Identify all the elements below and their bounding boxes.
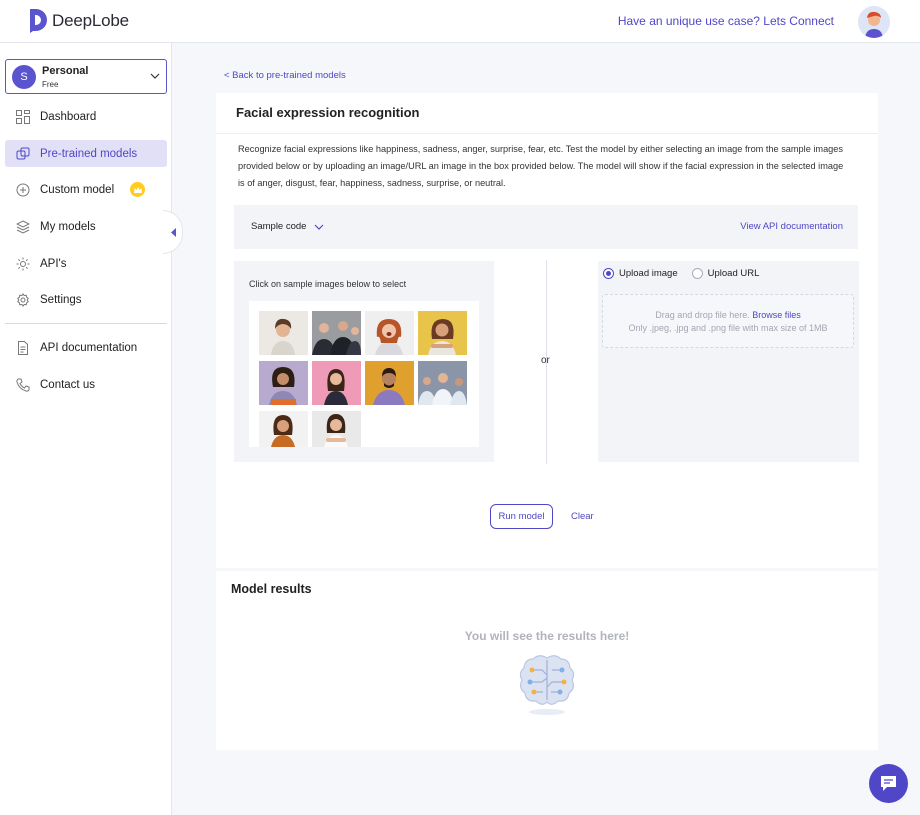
chevron-down-icon: [150, 73, 160, 79]
sample-image-thumbnail[interactable]: [312, 411, 361, 447]
plus-circle-icon: [16, 183, 30, 196]
model-card: Facial expression recognition Recognize …: [216, 93, 878, 568]
sidebar-item-label: My models: [40, 220, 96, 233]
user-avatar[interactable]: [858, 6, 890, 38]
empty-results-message: You will see the results here!: [464, 629, 630, 643]
sidebar-item-label: Custom model: [40, 183, 115, 196]
sidebar-item-contact-us[interactable]: Contact us: [5, 371, 167, 398]
sample-image-thumbnail[interactable]: [418, 311, 467, 355]
sample-image-thumbnail[interactable]: [259, 411, 308, 447]
or-label: or: [541, 355, 550, 366]
sample-image-thumbnail[interactable]: [312, 311, 361, 355]
page-title: Facial expression recognition: [236, 105, 420, 120]
app-logo[interactable]: DeepLobe: [28, 8, 129, 34]
sidebar-item-custom-model[interactable]: Custom model: [5, 176, 167, 203]
account-avatar: S: [12, 65, 36, 89]
sidebar-item-label: Contact us: [40, 378, 95, 391]
model-results-section: Model results You will see the results h…: [216, 571, 878, 750]
api-gear-icon: [16, 257, 30, 270]
sample-images-panel: Click on sample images below to select: [234, 261, 494, 462]
file-dropzone[interactable]: Drag and drop file here. Browse files On…: [602, 294, 854, 348]
sample-image-thumbnail[interactable]: [418, 361, 467, 405]
dropzone-text: Drag and drop file here.: [655, 310, 750, 320]
phone-icon: [16, 378, 30, 392]
brain-illustration-icon: [519, 655, 575, 715]
account-selector[interactable]: S Personal Free: [5, 59, 167, 94]
dashboard-icon: [16, 109, 30, 124]
sample-code-bar: Sample code View API documentation: [234, 205, 858, 249]
sidebar-divider: [5, 323, 167, 324]
upload-image-label: Upload image: [619, 268, 678, 279]
document-icon: [18, 340, 28, 355]
sample-image-thumbnail[interactable]: [365, 361, 414, 405]
upload-mode-options: Upload image Upload URL: [603, 268, 759, 279]
run-model-button[interactable]: Run model: [490, 504, 553, 529]
upload-url-label: Upload URL: [707, 268, 760, 279]
browse-files-link[interactable]: Browse files: [752, 310, 801, 320]
clear-button[interactable]: Clear: [571, 511, 594, 522]
title-divider: [216, 133, 878, 134]
sidebar-item-label: Dashboard: [40, 110, 97, 123]
sidebar-item-my-models[interactable]: My models: [5, 213, 167, 240]
sample-image-gallery: [249, 301, 479, 447]
sidebar-item-label: Settings: [40, 293, 82, 306]
model-results-title: Model results: [231, 582, 312, 596]
sidebar-item-api-documentation[interactable]: API documentation: [5, 334, 167, 361]
pretrained-icon: [16, 147, 30, 159]
sidebar-item-pretrained-models[interactable]: Pre-trained models: [5, 140, 167, 167]
crown-icon: [130, 182, 146, 197]
user-avatar-icon: [858, 6, 890, 38]
upload-url-radio[interactable]: Upload URL: [691, 268, 760, 279]
upload-panel: Upload image Upload URL Drag and drop fi…: [598, 261, 859, 462]
deeplobe-logo-icon: [30, 9, 47, 33]
view-api-documentation-link[interactable]: View API documentation: [740, 221, 843, 232]
connect-link[interactable]: Have an unique use case? Lets Connect: [618, 14, 834, 28]
back-to-pretrained-link[interactable]: < Back to pre-trained models: [224, 70, 346, 81]
sample-image-thumbnail[interactable]: [259, 311, 308, 355]
chat-support-button[interactable]: [869, 764, 908, 803]
sidebar-item-apis[interactable]: API's: [5, 250, 167, 277]
upload-image-radio[interactable]: Upload image: [603, 268, 678, 279]
sidebar-item-label: API's: [40, 257, 67, 270]
layers-icon: [16, 219, 30, 234]
model-description: Recognize facial expressions like happin…: [238, 144, 844, 188]
sidebar: S Personal Free Dashboard Pre-trained mo…: [0, 43, 172, 815]
file-constraint-text: Only .jpeg, .jpg and .png file with max …: [628, 323, 828, 333]
caret-left-icon: [171, 228, 176, 237]
sidebar-item-label: Pre-trained models: [40, 147, 138, 160]
radio-selected-icon: [603, 268, 614, 279]
sidebar-collapse-toggle[interactable]: [163, 210, 183, 254]
app-name: DeepLobe: [52, 11, 129, 30]
top-bar: DeepLobe Have an unique use case? Lets C…: [0, 0, 920, 43]
radio-unselected-icon: [691, 268, 703, 279]
sample-image-thumbnail[interactable]: [365, 311, 414, 355]
sidebar-item-settings[interactable]: Settings: [5, 286, 167, 313]
chevron-down-icon: [315, 224, 324, 230]
gear-icon: [17, 292, 29, 307]
chat-bubble-icon: [881, 776, 896, 791]
sample-image-thumbnail[interactable]: [259, 361, 308, 405]
sample-image-thumbnail[interactable]: [312, 361, 361, 405]
sample-code-toggle[interactable]: Sample code: [251, 221, 324, 232]
sidebar-item-dashboard[interactable]: Dashboard: [5, 103, 167, 130]
account-name: Personal: [42, 65, 89, 77]
sidebar-item-label: API documentation: [40, 341, 138, 354]
account-plan: Free: [42, 80, 59, 89]
sample-code-label: Sample code: [251, 221, 307, 232]
sample-images-hint: Click on sample images below to select: [249, 279, 407, 289]
